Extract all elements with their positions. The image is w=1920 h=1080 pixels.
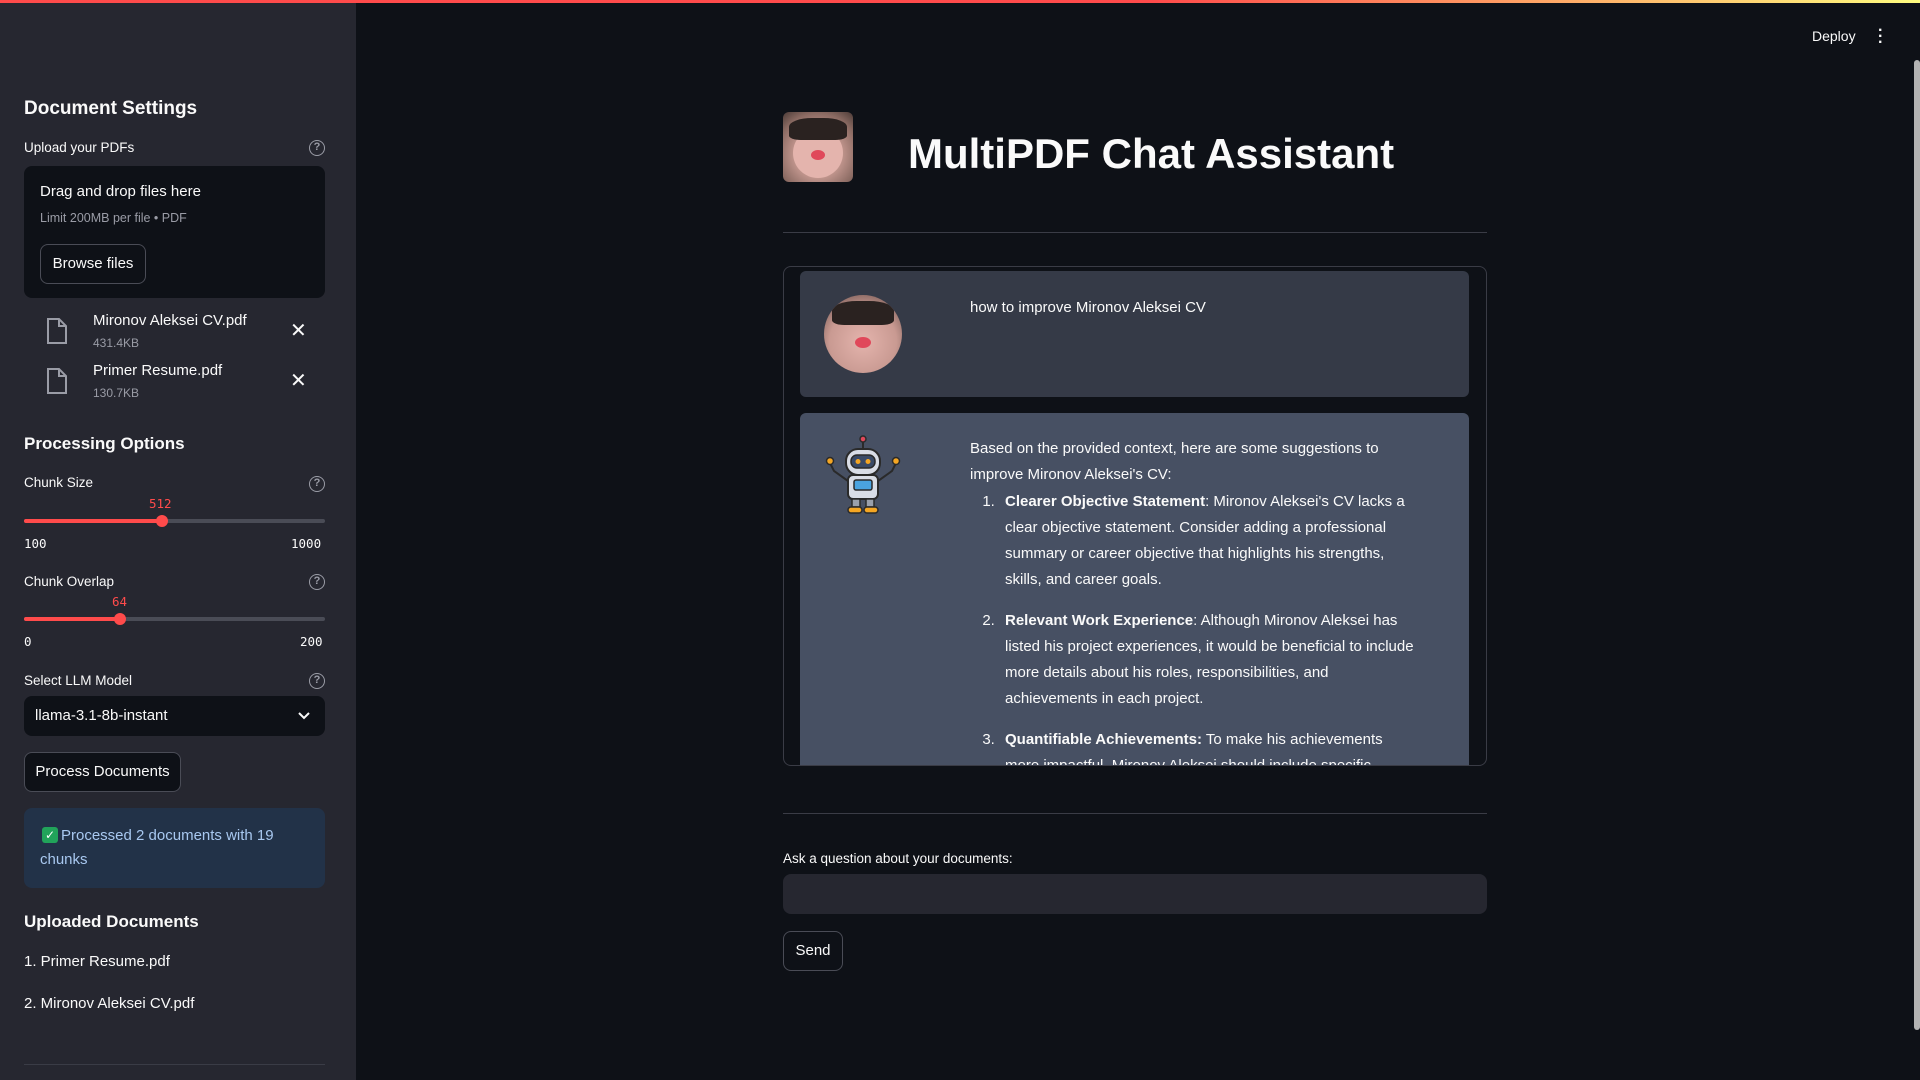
app-avatar — [783, 112, 853, 182]
success-alert: ✓ Processed 2 documents with 19 chunks — [24, 808, 325, 888]
top-decoration-bar — [0, 0, 1920, 3]
suggestion-list: Clearer Objective Statement: Mironov Ale… — [970, 489, 1420, 765]
suggestion-title: Clearer Objective Statement — [1005, 493, 1206, 510]
file-icon — [47, 318, 67, 344]
model-label: Select LLM Model — [24, 673, 133, 688]
dropzone-title: Drag and drop files here — [40, 183, 201, 200]
more-options-icon[interactable]: · · · — [1878, 23, 1884, 51]
process-documents-button[interactable]: Process Documents — [24, 752, 181, 792]
help-icon[interactable]: ? — [309, 140, 325, 156]
divider — [783, 813, 1487, 814]
help-icon[interactable]: ? — [309, 574, 325, 590]
processing-options-title: Processing Options — [24, 434, 185, 453]
document-settings-title: Document Settings — [24, 98, 198, 119]
chunk-overlap-handle[interactable] — [114, 613, 126, 625]
chunk-size-max: 1000 — [291, 536, 322, 551]
close-icon[interactable]: ✕ — [290, 368, 307, 393]
uploaded-documents-title: Uploaded Documents — [24, 912, 199, 931]
browse-files-button[interactable]: Browse files — [40, 244, 146, 284]
help-icon[interactable]: ? — [309, 476, 325, 492]
sidebar: Document Settings Upload your PDFs ? Dra… — [0, 0, 356, 1080]
list-item: Clearer Objective Statement: Mironov Ale… — [999, 489, 1420, 593]
uploaded-doc-item: 2. Mironov Aleksei CV.pdf — [24, 995, 195, 1012]
question-input[interactable] — [783, 874, 1487, 914]
file-name: Primer Resume.pdf — [93, 362, 223, 379]
chunk-overlap-max: 200 — [300, 634, 323, 649]
model-select-value: llama-3.1-8b-instant — [35, 707, 168, 724]
chunk-size-fill — [24, 519, 162, 523]
chunk-overlap-value: 64 — [112, 594, 128, 609]
list-item: Relevant Work Experience: Although Miron… — [999, 608, 1420, 712]
assistant-message-text: Based on the provided context, here are … — [970, 436, 1420, 765]
upload-label: Upload your PDFs — [24, 140, 135, 155]
chunk-size-handle[interactable] — [156, 515, 168, 527]
send-button[interactable]: Send — [783, 931, 843, 971]
user-message: how to improve Mironov Aleksei CV — [800, 271, 1469, 397]
suggestion-title: Relevant Work Experience — [1005, 612, 1194, 629]
close-icon[interactable]: ✕ — [290, 318, 307, 343]
chunk-size-label: Chunk Size — [24, 475, 94, 490]
success-text: Processed 2 documents with 19 chunks — [40, 827, 274, 868]
assistant-intro: Based on the provided context, here are … — [970, 440, 1379, 483]
chevron-down-icon — [298, 712, 310, 720]
file-icon — [47, 368, 67, 394]
question-label: Ask a question about your documents: — [783, 851, 1013, 866]
dropzone-limit: Limit 200MB per file • PDF — [40, 211, 187, 225]
file-name: Mironov Aleksei CV.pdf — [93, 312, 247, 329]
user-message-text: how to improve Mironov Aleksei CV — [970, 299, 1206, 316]
chat-container[interactable]: how to improve Mironov Aleksei CV Based … — [783, 266, 1487, 766]
chunk-overlap-label: Chunk Overlap — [24, 574, 115, 589]
file-size: 431.4KB — [93, 336, 140, 350]
chunk-size-value: 512 — [149, 496, 172, 511]
file-size: 130.7KB — [93, 386, 140, 400]
user-avatar — [824, 295, 902, 373]
model-select[interactable]: llama-3.1-8b-instant — [24, 696, 325, 736]
suggestion-title: Quantifiable Achievements: — [1005, 731, 1202, 748]
help-icon[interactable]: ? — [309, 673, 325, 689]
divider — [783, 232, 1487, 233]
chunk-size-min: 100 — [24, 536, 47, 551]
deploy-button[interactable]: Deploy — [1812, 28, 1856, 44]
uploaded-doc-item: 1. Primer Resume.pdf — [24, 953, 170, 970]
scrollbar[interactable] — [1914, 60, 1920, 1030]
assistant-message: Based on the provided context, here are … — [800, 413, 1469, 765]
file-dropzone[interactable]: Drag and drop files here Limit 200MB per… — [24, 166, 325, 298]
robot-icon — [825, 435, 901, 514]
divider — [24, 1064, 325, 1065]
chunk-overlap-min: 0 — [24, 634, 32, 649]
list-item: Quantifiable Achievements: To make his a… — [999, 727, 1420, 765]
page-title: MultiPDF Chat Assistant — [908, 130, 1395, 177]
chunk-overlap-fill — [24, 617, 120, 621]
